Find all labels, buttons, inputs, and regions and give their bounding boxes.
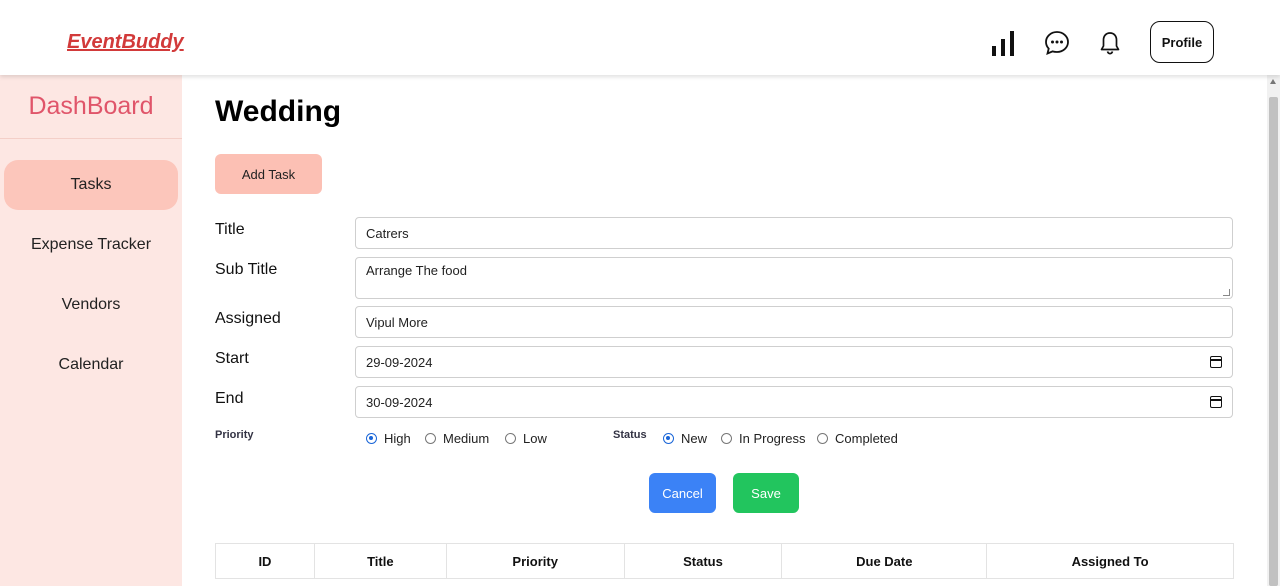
tasks-table: ID Title Priority Status Due Date Assign… xyxy=(215,543,1234,579)
radio-label: Medium xyxy=(443,431,490,446)
radio-label: High xyxy=(384,431,411,446)
sidebar-item-tasks[interactable]: Tasks xyxy=(4,160,178,210)
title-input[interactable]: Catrers xyxy=(355,217,1233,249)
start-date-input[interactable]: 29-09-2024 xyxy=(355,346,1233,378)
column-header-priority[interactable]: Priority xyxy=(445,543,625,579)
column-header-id[interactable]: ID xyxy=(215,543,315,579)
column-header-title[interactable]: Title xyxy=(313,543,447,579)
subtitle-value: Arrange The food xyxy=(366,263,467,278)
vertical-scrollbar[interactable] xyxy=(1267,75,1280,586)
radio-checked-icon[interactable] xyxy=(366,433,377,444)
radio-label: New xyxy=(681,431,708,446)
table-header-row: ID Title Priority Status Due Date Assign… xyxy=(215,543,1234,579)
status-radio-completed[interactable]: Completed xyxy=(817,431,898,446)
add-task-button[interactable]: Add Task xyxy=(215,154,322,194)
radio-unchecked-icon[interactable] xyxy=(505,433,516,444)
radio-label: Completed xyxy=(835,431,898,446)
assigned-input[interactable]: Vipul More xyxy=(355,306,1233,338)
end-label: End xyxy=(215,390,244,407)
end-date-value: 30-09-2024 xyxy=(366,394,433,410)
sidebar-item-vendors[interactable]: Vendors xyxy=(4,280,178,330)
scroll-thumb[interactable] xyxy=(1269,97,1278,586)
bar-chart-icon[interactable] xyxy=(987,27,1019,59)
chat-icon[interactable] xyxy=(1041,27,1073,59)
main-content: Wedding Add Task Title Catrers Sub Title… xyxy=(182,75,1267,586)
priority-radio-high[interactable]: High xyxy=(366,431,411,446)
radio-label: In Progress xyxy=(739,431,806,446)
priority-label: Priority xyxy=(215,429,254,441)
scroll-up-arrow-icon[interactable] xyxy=(1270,79,1276,84)
resize-handle-icon[interactable] xyxy=(1223,289,1230,296)
radio-unchecked-icon[interactable] xyxy=(425,433,436,444)
priority-radio-medium[interactable]: Medium xyxy=(425,431,489,446)
sidebar-title: DashBoard xyxy=(0,75,182,139)
assigned-label: Assigned xyxy=(215,310,281,327)
title-label: Title xyxy=(215,221,245,238)
bell-icon[interactable] xyxy=(1094,27,1126,59)
end-date-input[interactable]: 30-09-2024 xyxy=(355,386,1233,418)
sidebar: DashBoard Tasks Expense Tracker Vendors … xyxy=(0,75,182,586)
status-radio-new[interactable]: New xyxy=(663,431,707,446)
start-label: Start xyxy=(215,350,249,367)
subtitle-textarea[interactable]: Arrange The food xyxy=(355,257,1233,299)
sidebar-item-expense-tracker[interactable]: Expense Tracker xyxy=(4,220,178,270)
radio-unchecked-icon[interactable] xyxy=(817,433,828,444)
sidebar-item-calendar[interactable]: Calendar xyxy=(4,340,178,390)
brand-logo[interactable]: EventBuddy xyxy=(67,31,184,54)
start-date-value: 29-09-2024 xyxy=(366,354,433,370)
radio-label: Low xyxy=(523,431,547,446)
cancel-button[interactable]: Cancel xyxy=(649,473,716,513)
status-radio-in-progress[interactable]: In Progress xyxy=(721,431,805,446)
radio-unchecked-icon[interactable] xyxy=(721,433,732,444)
top-navbar: EventBuddy Profile xyxy=(0,0,1280,75)
calendar-icon[interactable] xyxy=(1210,396,1222,408)
status-label: Status xyxy=(613,429,647,441)
column-header-assigned-to[interactable]: Assigned To xyxy=(986,543,1234,579)
save-button[interactable]: Save xyxy=(733,473,799,513)
profile-button[interactable]: Profile xyxy=(1150,21,1214,63)
calendar-icon[interactable] xyxy=(1210,356,1222,368)
subtitle-label: Sub Title xyxy=(215,261,278,278)
column-header-due-date[interactable]: Due Date xyxy=(781,543,988,579)
page-title: Wedding xyxy=(215,95,342,128)
priority-radio-low[interactable]: Low xyxy=(505,431,547,446)
radio-checked-icon[interactable] xyxy=(663,433,674,444)
column-header-status[interactable]: Status xyxy=(623,543,783,579)
